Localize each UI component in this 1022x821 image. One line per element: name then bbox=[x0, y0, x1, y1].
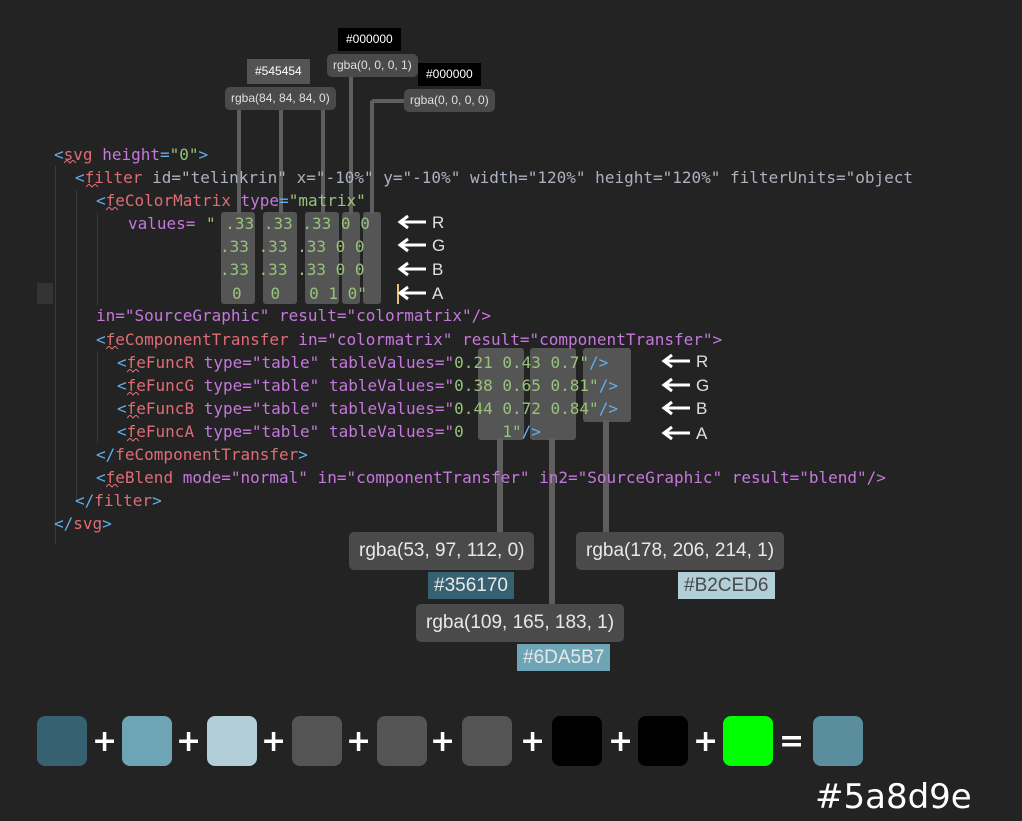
connector-line bbox=[370, 101, 374, 214]
plus-operator: + bbox=[176, 724, 202, 759]
rgba-tooltip-black: rgba(0, 0, 0, 1) bbox=[327, 54, 418, 77]
squiggle-underline bbox=[127, 392, 140, 396]
channel-label: R bbox=[432, 213, 445, 232]
squiggle-underline bbox=[106, 207, 119, 211]
code-values-attr: values= bbox=[128, 214, 196, 233]
indent-guide bbox=[76, 190, 77, 500]
color-swatch bbox=[207, 716, 257, 766]
color-swatch bbox=[552, 716, 602, 766]
plus-operator: + bbox=[430, 724, 456, 759]
channel-label: B bbox=[696, 399, 708, 418]
channel-label: B bbox=[432, 260, 444, 279]
color-swatch bbox=[462, 716, 512, 766]
code-line-funcg: <feFuncG type="table" tableValues="0.38 … bbox=[117, 376, 618, 395]
squiggle-underline bbox=[64, 160, 77, 164]
plus-operator: + bbox=[92, 724, 118, 759]
code-line-blend: <feBlend mode="normal" in="componentTran… bbox=[96, 468, 886, 487]
matrix-row: 0 0 0 1 0" bbox=[232, 284, 367, 303]
code-line-svg-close: </svg> bbox=[54, 514, 112, 533]
code-line-funcb: <feFuncB type="table" tableValues="0.44 … bbox=[117, 399, 618, 418]
code-line-filter: <filter id="telinkrin" x="-10%" y="-10%"… bbox=[75, 168, 914, 187]
color-swatch bbox=[723, 716, 773, 766]
hex-label-dark-teal: #356170 bbox=[428, 572, 514, 599]
hex-label-light-teal: #B2CED6 bbox=[678, 572, 775, 599]
matrix-row: " .33 .33 .33 0 0 bbox=[206, 214, 370, 233]
arrow-left-icon bbox=[661, 400, 690, 416]
channel-label: G bbox=[432, 236, 446, 255]
rgba-tooltip-gray: rgba(84, 84, 84, 0) bbox=[225, 87, 336, 110]
result-hex-label: #5a8d9e bbox=[815, 777, 972, 817]
plus-operator: + bbox=[520, 724, 546, 759]
arrow-left-icon bbox=[397, 285, 426, 301]
arrow-left-icon bbox=[661, 353, 690, 369]
code-line-colormatrix: <feColorMatrix type="matrix" bbox=[96, 191, 366, 210]
arrow-left-icon bbox=[397, 237, 426, 253]
channel-label: A bbox=[432, 284, 444, 303]
hex-label-mid-teal: #6DA5B7 bbox=[517, 644, 611, 671]
squiggle-underline bbox=[106, 346, 119, 350]
code-line-filter-close: </filter> bbox=[75, 491, 162, 510]
rgba-tooltip-black: rgba(0, 0, 0, 0) bbox=[404, 89, 495, 112]
line-marker bbox=[37, 283, 53, 304]
arrow-left-icon bbox=[661, 425, 690, 441]
channel-label: R bbox=[696, 352, 709, 371]
channel-label: A bbox=[696, 424, 708, 443]
squiggle-underline bbox=[127, 415, 140, 419]
equals-operator: = bbox=[779, 724, 805, 759]
squiggle-underline bbox=[127, 438, 140, 442]
indent-guide bbox=[97, 351, 98, 443]
rgba-tooltip-dark-teal: rgba(53, 97, 112, 0) bbox=[349, 532, 535, 570]
code-line-in: in="SourceGraphic" result="colormatrix"/… bbox=[96, 306, 491, 325]
indent-guide bbox=[55, 166, 56, 544]
connector-line bbox=[549, 438, 555, 606]
code-line-funcr: <feFuncR type="table" tableValues="0.21 … bbox=[117, 353, 609, 372]
code-line-ct-close: </feComponentTransfer> bbox=[96, 445, 308, 464]
color-swatch bbox=[638, 716, 688, 766]
plus-operator: + bbox=[346, 724, 372, 759]
plus-operator: + bbox=[261, 724, 287, 759]
rgba-tooltip-light-teal: rgba(178, 206, 214, 1) bbox=[576, 532, 785, 570]
result-swatch bbox=[813, 716, 863, 766]
arrow-left-icon bbox=[397, 214, 426, 230]
channel-label: G bbox=[696, 376, 710, 395]
hex-label-black: #000000 bbox=[418, 63, 481, 86]
color-swatch bbox=[292, 716, 342, 766]
hex-label-gray: #545454 bbox=[247, 59, 310, 84]
plus-operator: + bbox=[693, 724, 719, 759]
squiggle-underline bbox=[106, 484, 119, 488]
squiggle-underline bbox=[86, 184, 99, 188]
color-swatch bbox=[122, 716, 172, 766]
matrix-row: .33 .33 .33 0 0 bbox=[220, 237, 365, 256]
color-swatch bbox=[37, 716, 87, 766]
arrow-left-icon bbox=[661, 377, 690, 393]
hex-label-black: #000000 bbox=[338, 28, 401, 51]
code-line-funca: <feFuncA type="table" tableValues="0 1"/… bbox=[117, 422, 541, 441]
plus-operator: + bbox=[608, 724, 634, 759]
color-swatch bbox=[377, 716, 427, 766]
arrow-left-icon bbox=[397, 261, 426, 277]
rgba-tooltip-mid-teal: rgba(109, 165, 183, 1) bbox=[416, 604, 625, 642]
squiggle-underline bbox=[127, 369, 140, 373]
matrix-row: .33 .33 .33 0 0 bbox=[220, 260, 365, 279]
code-line-componenttransfer: <feComponentTransfer in="colormatrix" re… bbox=[96, 330, 723, 349]
indent-guide bbox=[97, 213, 98, 305]
